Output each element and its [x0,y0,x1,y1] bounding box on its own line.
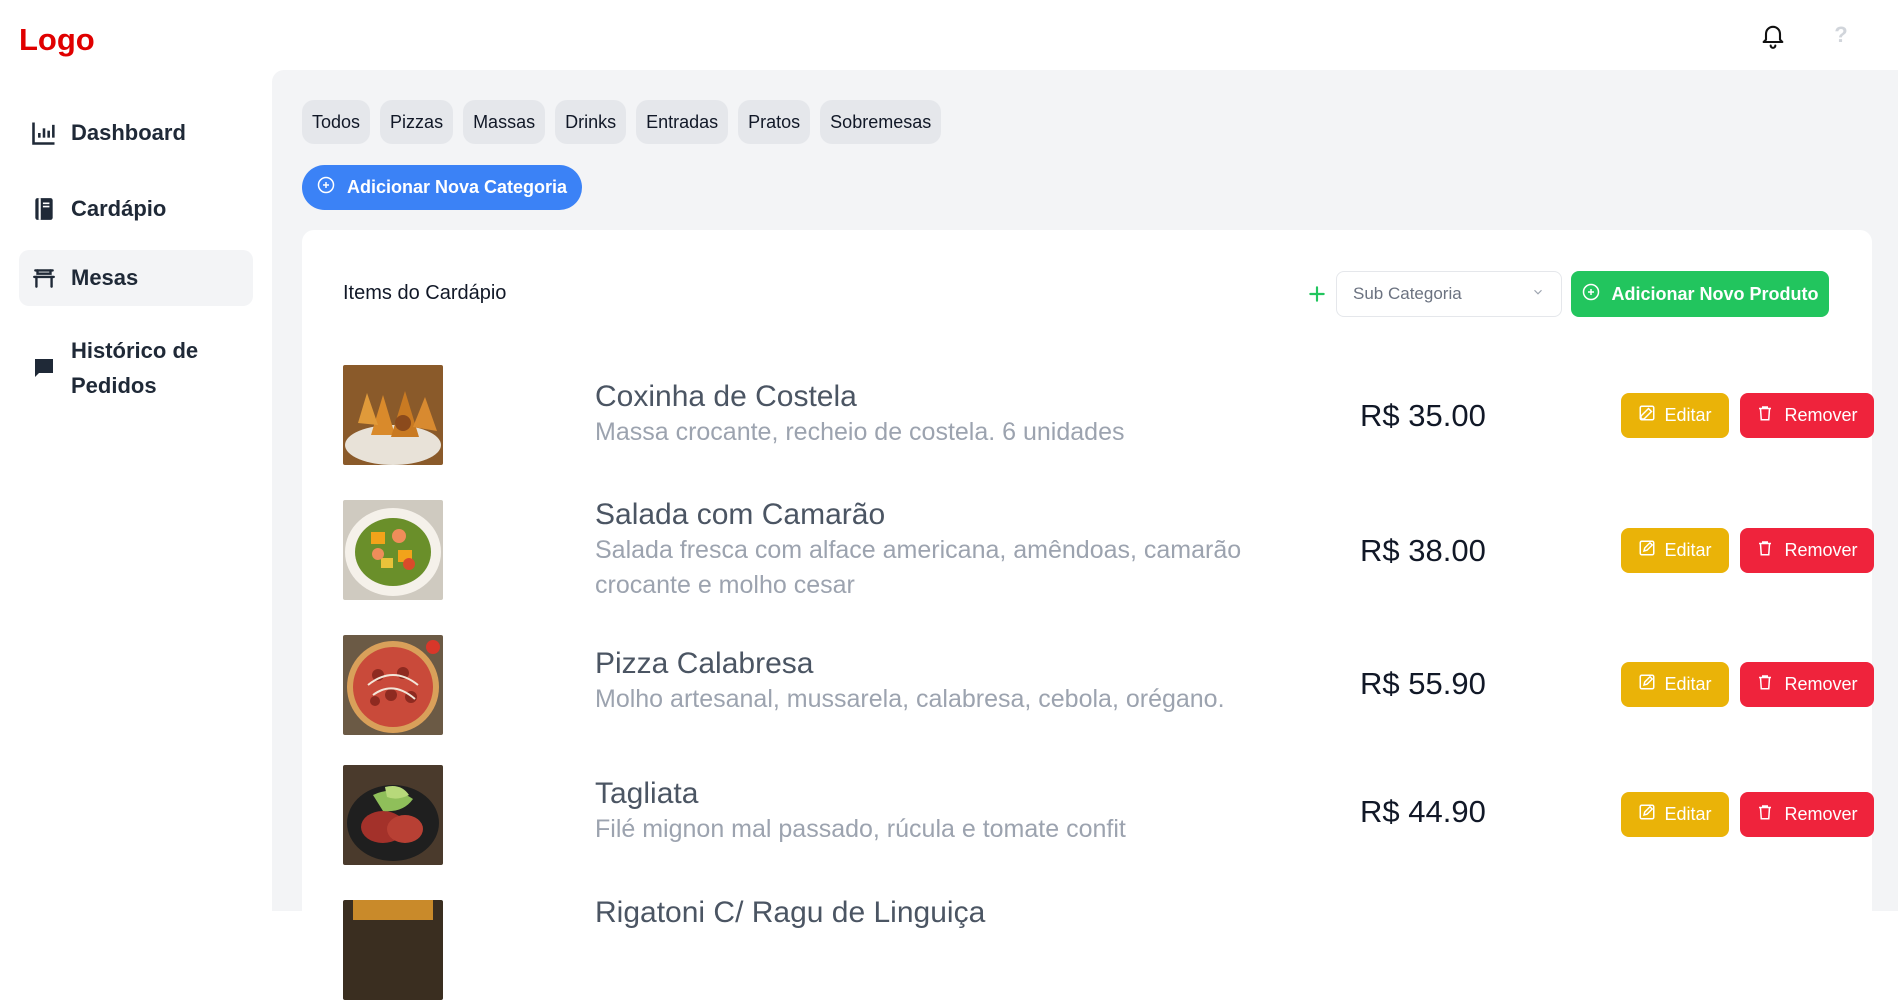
edit-icon [1638,404,1656,427]
item-description: Molho artesanal, mussarela, calabresa, c… [595,685,1225,713]
top-icons: ? [1756,18,1858,52]
tab-pizzas[interactable]: Pizzas [380,100,454,144]
subcategory-select[interactable]: Sub Categoria [1336,271,1562,317]
item-price: R$ 35.00 [1360,398,1486,433]
add-product-button[interactable]: Adicionar Novo Produto [1571,271,1829,317]
item-image [343,765,443,865]
chevron-down-icon [1531,284,1545,304]
edit-label: Editar [1664,804,1712,824]
sidebar-item-historico[interactable]: Histórico de Pedidos [19,328,253,408]
tab-sobremesas[interactable]: Sobremesas [820,100,942,144]
sidebar-item-cardapio[interactable]: Cardápio [19,183,253,235]
remove-button[interactable]: Remover [1740,528,1874,573]
tab-massas[interactable]: Massas [463,100,546,144]
table-icon [29,263,59,293]
chat-icon [29,353,59,383]
sidebar-item-label: Histórico de Pedidos [71,338,199,398]
add-subcategory-plus-icon[interactable] [1302,279,1332,309]
edit-label: Editar [1664,540,1712,560]
remove-label: Remover [1784,540,1858,560]
item-name: Coxinha de Costela [595,380,857,413]
item-image [343,900,443,1000]
edit-icon [1638,673,1656,696]
help-icon[interactable]: ? [1824,18,1858,52]
edit-button[interactable]: Editar [1621,528,1729,573]
card-title: Items do Cardápio [343,282,507,304]
remove-label: Remover [1784,674,1858,694]
remove-button[interactable]: Remover [1740,662,1874,707]
item-description: Massa crocante, recheio de costela. 6 un… [595,418,1125,446]
tab-pratos[interactable]: Pratos [738,100,811,144]
sidebar: Dashboard Cardápio Mesas Histórico de Pe… [0,70,272,911]
remove-label: Remover [1784,405,1858,425]
edit-label: Editar [1664,405,1712,425]
add-category-label: Adicionar Nova Categoria [347,177,568,197]
plus-circle-icon [317,176,335,199]
item-description: Salada fresca com alface americana, amên… [595,536,1242,599]
remove-label: Remover [1784,804,1858,824]
item-image [343,500,443,600]
category-tabs: Todos Pizzas Massas Drinks Entradas Prat… [302,100,942,144]
edit-label: Editar [1664,674,1712,694]
edit-icon [1638,539,1656,562]
menu-items-card: Items do Cardápio Sub Categoria Adiciona… [302,230,1874,1000]
edit-button[interactable]: Editar [1621,393,1729,438]
sidebar-item-mesas[interactable]: Mesas [19,250,253,306]
sidebar-item-label: Cardápio [71,196,167,221]
plus-circle-icon [1582,283,1600,306]
logo[interactable]: Logo [19,22,95,58]
remove-button[interactable]: Remover [1740,792,1874,837]
bar-chart-icon [29,118,59,148]
sidebar-item-dashboard[interactable]: Dashboard [19,107,253,159]
tab-todos[interactable]: Todos [302,100,371,144]
subcategory-select-value: Sub Categoria [1353,284,1462,303]
item-image [343,365,443,465]
trash-icon [1756,404,1774,427]
trash-icon [1756,539,1774,562]
sidebar-item-label: Dashboard [71,120,186,145]
tab-drinks[interactable]: Drinks [555,100,627,144]
book-icon [29,194,59,224]
item-name: Tagliata [595,777,699,810]
sidebar-item-label: Mesas [71,265,139,290]
add-category-button[interactable]: Adicionar Nova Categoria [302,165,583,210]
main-content: Todos Pizzas Massas Drinks Entradas Prat… [272,70,1898,1000]
trash-icon [1756,673,1774,696]
item-image [343,635,443,735]
edit-button[interactable]: Editar [1621,662,1729,707]
item-price: R$ 55.90 [1360,666,1486,701]
trash-icon [1756,803,1774,826]
top-bar: Logo ? [0,0,1898,70]
edit-button[interactable]: Editar [1621,792,1729,837]
item-name: Pizza Calabresa [595,647,814,680]
edit-icon [1638,803,1656,826]
item-price: R$ 44.90 [1360,794,1486,829]
item-name: Rigatoni C/ Ragu de Linguiça [595,896,986,929]
bell-icon[interactable] [1756,18,1790,52]
tab-entradas[interactable]: Entradas [636,100,729,144]
add-product-label: Adicionar Novo Produto [1611,283,1819,304]
remove-button[interactable]: Remover [1740,393,1874,438]
item-price: R$ 38.00 [1360,533,1486,568]
item-description: Filé mignon mal passado, rúcula e tomate… [595,815,1126,843]
item-name: Salada com Camarão [595,498,886,531]
